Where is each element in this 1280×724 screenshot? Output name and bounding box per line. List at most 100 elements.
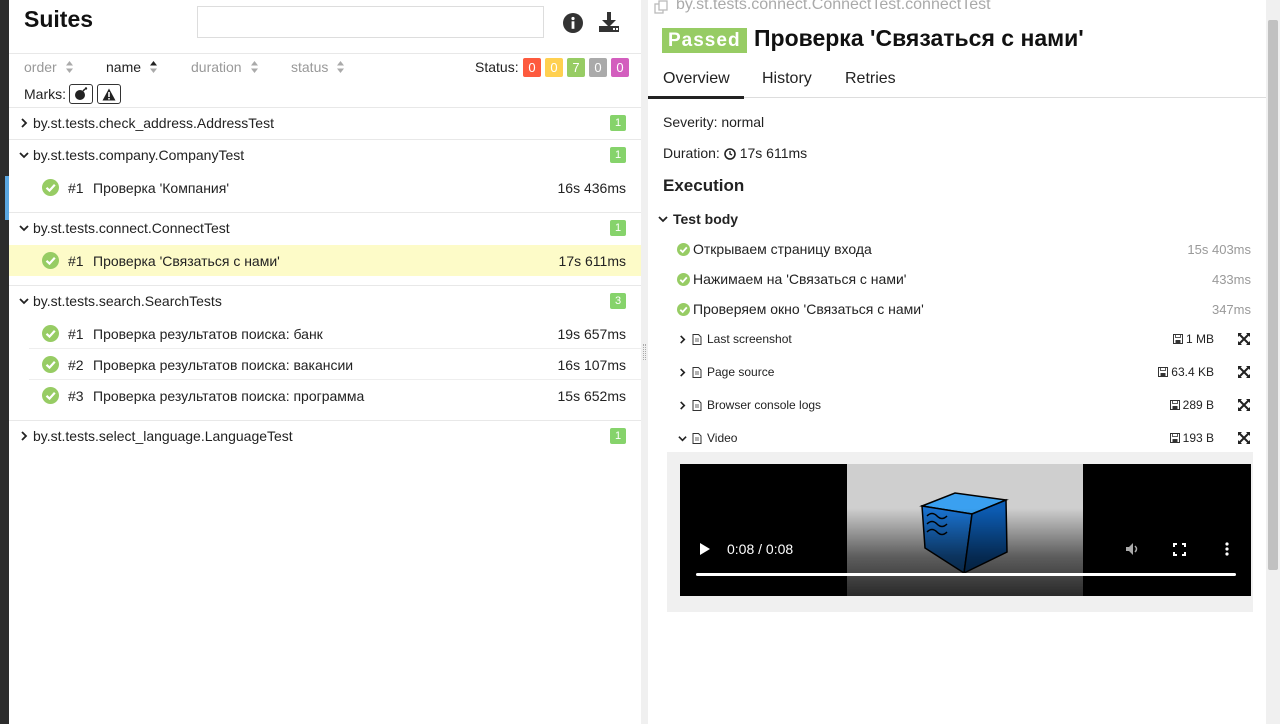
more-options-icon[interactable] (1225, 542, 1229, 556)
panel-splitter[interactable] (641, 0, 648, 724)
attachment-size: 63.4 KB (1158, 365, 1214, 379)
test-title: Проверка 'Связаться с нами' (93, 252, 280, 269)
test-row[interactable]: #1 Проверка 'Компания' 16s 436ms (9, 172, 641, 203)
video-file-icon (692, 432, 702, 444)
status-count-badge[interactable]: 0 (545, 58, 563, 77)
suites-panel: Suites order name duration status Status… (9, 0, 641, 724)
suite-name: by.st.tests.search.SearchTests (33, 293, 222, 309)
sort-name-label: name (106, 59, 142, 75)
suite-group[interactable]: by.st.tests.select_language.LanguageTest… (9, 421, 641, 451)
attachment-row[interactable]: Browser console logs 289 B (678, 396, 1252, 414)
attachment-row[interactable]: Page source 63.4 KB (678, 363, 1252, 381)
test-duration: 17s 611ms (558, 252, 626, 269)
volume-icon[interactable] (1125, 542, 1141, 556)
video-player[interactable]: 0:08 / 0:08 (680, 464, 1251, 596)
suite-group[interactable]: by.st.tests.company.CompanyTest 1 (9, 140, 641, 170)
sort-status-label: status (291, 59, 329, 75)
test-duration: 15s 652ms (557, 387, 626, 404)
sort-order-label: order (24, 59, 57, 75)
attachment-row[interactable]: Video 193 B (678, 429, 1252, 447)
tab-retries[interactable]: Retries (845, 70, 896, 88)
sort-duration[interactable]: duration (191, 59, 259, 75)
expand-icon[interactable] (1238, 399, 1250, 411)
execution-step[interactable]: Нажимаем на 'Связаться с нами' 433ms (677, 271, 1251, 287)
suite-group[interactable]: by.st.tests.check_address.AddressTest 1 (9, 108, 641, 138)
test-row[interactable]: #2 Проверка результатов поиска: вакансии 1… (9, 349, 641, 380)
info-icon[interactable] (563, 13, 583, 33)
step-duration: 347ms (1211, 301, 1251, 317)
suites-title: Suites (24, 6, 94, 32)
sort-status[interactable]: status (291, 59, 345, 75)
video-time: 0:08 / 0:08 (727, 541, 794, 557)
expand-icon[interactable] (1238, 333, 1250, 345)
expand-icon[interactable] (1238, 366, 1250, 378)
fullscreen-icon[interactable] (1173, 543, 1186, 556)
passed-check-icon (677, 302, 690, 316)
status-count-badge[interactable]: 0 (589, 58, 607, 77)
floppy-disk-icon (1169, 433, 1180, 443)
test-duration: 16s 107ms (557, 356, 626, 373)
suite-count-badge: 1 (610, 220, 626, 236)
status-count-badge[interactable]: 0 (523, 58, 541, 77)
test-body-toggle[interactable]: Test body (658, 211, 738, 227)
known-issue-mark-button[interactable] (97, 84, 121, 104)
flaky-mark-button[interactable] (69, 84, 93, 104)
sort-name[interactable]: name (106, 59, 158, 75)
execution-step[interactable]: Проверяем окно 'Связаться с нами' 347ms (677, 301, 1251, 317)
attachment-size: 193 B (1169, 431, 1214, 445)
step-duration: 15s 403ms (1187, 241, 1251, 257)
sort-arrows-icon (65, 61, 73, 73)
test-title: Проверка результатов поиска: программа (93, 387, 365, 404)
passed-check-icon (42, 252, 59, 269)
download-icon[interactable] (598, 11, 620, 33)
expand-icon[interactable] (1238, 432, 1250, 444)
sort-arrows-icon (250, 61, 258, 73)
suite-name: by.st.tests.check_address.AddressTest (33, 115, 274, 131)
test-title: Проверка результатов поиска: вакансии (93, 356, 354, 373)
passed-check-icon (42, 356, 59, 373)
tab-history[interactable]: History (762, 70, 812, 88)
tab-overview[interactable]: Overview (663, 70, 730, 88)
test-number: #1 (68, 179, 84, 196)
copy-icon[interactable] (654, 0, 670, 14)
test-number: #1 (68, 325, 84, 342)
test-body-label: Test body (673, 211, 739, 227)
status-badge: Passed (662, 28, 747, 53)
attachment-row[interactable]: Last screenshot 1 MB (678, 330, 1252, 348)
chevron-down-icon (19, 298, 29, 305)
execution-step[interactable]: Открываем страницу входа 15s 403ms (677, 241, 1251, 257)
test-row[interactable]: #1 Проверка 'Связаться с нами' 17s 611ms (9, 245, 641, 276)
floppy-disk-icon (1172, 334, 1183, 344)
search-input[interactable] (197, 6, 544, 38)
status-filter-label: Status: (475, 59, 519, 75)
test-duration: 16s 436ms (557, 179, 626, 196)
video-container: 0:08 / 0:08 (667, 452, 1253, 612)
text-file-icon (692, 366, 702, 378)
suite-count-badge: 1 (610, 147, 626, 163)
attachment-name: Browser console logs (707, 398, 822, 412)
suite-name: by.st.tests.company.CompanyTest (33, 147, 245, 163)
detail-scrollbar[interactable] (1266, 0, 1280, 724)
chevron-down-icon (658, 216, 668, 223)
suite-group[interactable]: by.st.tests.connect.ConnectTest 1 (9, 213, 641, 243)
bomb-icon (75, 87, 88, 100)
test-title: Проверка 'Связаться с нами' (754, 25, 1084, 51)
suite-group[interactable]: by.st.tests.search.SearchTests 3 (9, 286, 641, 316)
floppy-disk-icon (1158, 367, 1169, 377)
test-number: #2 (68, 356, 84, 373)
chevron-down-icon (19, 225, 29, 232)
test-row[interactable]: #1 Проверка результатов поиска: банк 19s 6… (9, 318, 641, 349)
video-progress-bar[interactable] (696, 573, 1236, 576)
attachment-size-value: 193 B (1182, 431, 1214, 445)
status-count-badge[interactable]: 0 (611, 58, 629, 77)
status-count-badge[interactable]: 7 (567, 58, 585, 77)
scrollbar-thumb[interactable] (1268, 20, 1278, 570)
active-tab-indicator (648, 96, 744, 99)
chevron-right-icon (680, 367, 686, 377)
test-full-path: by.st.tests.connect.ConnectTest.connectT… (676, 0, 991, 13)
play-icon[interactable] (699, 542, 711, 556)
sort-order[interactable]: order (24, 59, 74, 75)
attachment-size: 1 MB (1172, 332, 1214, 346)
test-row[interactable]: #3 Проверка результатов поиска: программа… (9, 380, 641, 411)
chevron-right-icon (21, 431, 28, 441)
